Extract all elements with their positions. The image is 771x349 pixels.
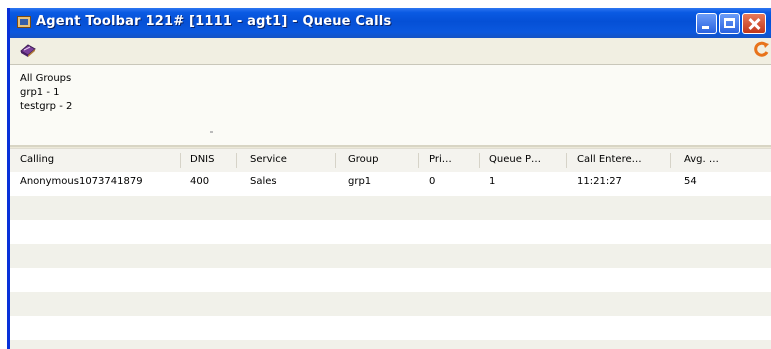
table-row-empty <box>10 268 771 292</box>
cell-avg: 54 <box>684 176 697 187</box>
cell-calling: Anonymous1073741879 <box>20 176 143 187</box>
group-item-all-groups[interactable]: All Groups <box>20 73 71 84</box>
book-icon[interactable] <box>19 42 37 59</box>
queue-calls-window: Agent Toolbar 121# [1111 - agt1] - Queue… <box>7 8 771 349</box>
column-header-call-entered[interactable]: Call Entere… <box>577 154 642 165</box>
cell-call-entered: 11:21:27 <box>577 176 622 187</box>
table-row-empty <box>10 220 771 244</box>
cell-queue-position: 1 <box>489 176 496 187</box>
maximize-button[interactable] <box>719 13 740 34</box>
table-row-empty <box>10 196 771 220</box>
resize-grip[interactable] <box>210 131 213 133</box>
cell-service: Sales <box>250 176 277 187</box>
toolbar <box>10 38 771 65</box>
app-icon <box>17 16 31 28</box>
table-row[interactable]: Anonymous1073741879 400 Sales grp1 0 1 1… <box>10 172 771 196</box>
cell-dnis: 400 <box>190 176 210 187</box>
queue-calls-table: Calling DNIS Service Group Pri… Queue P…… <box>10 148 771 349</box>
title-bar[interactable]: Agent Toolbar 121# [1111 - agt1] - Queue… <box>10 8 771 38</box>
table-header: Calling DNIS Service Group Pri… Queue P…… <box>10 148 771 173</box>
table-row-empty <box>10 292 771 316</box>
column-header-queue-position[interactable]: Queue P… <box>489 154 541 165</box>
group-item-grp1[interactable]: grp1 - 1 <box>20 87 60 98</box>
refresh-icon[interactable] <box>751 40 771 60</box>
column-divider[interactable] <box>566 153 567 168</box>
window-title: Agent Toolbar 121# [1111 - agt1] - Queue… <box>36 14 392 29</box>
table-row-empty <box>10 244 771 268</box>
table-row-empty <box>10 340 771 349</box>
column-divider[interactable] <box>236 153 237 168</box>
column-header-dnis[interactable]: DNIS <box>190 154 214 165</box>
table-row-empty <box>10 316 771 340</box>
column-divider[interactable] <box>180 153 181 168</box>
close-button[interactable] <box>742 13 766 34</box>
column-divider[interactable] <box>479 153 480 168</box>
column-header-priority[interactable]: Pri… <box>429 154 452 165</box>
cell-priority: 0 <box>429 176 436 187</box>
column-header-service[interactable]: Service <box>250 154 287 165</box>
column-header-avg[interactable]: Avg. … <box>684 154 719 165</box>
column-divider[interactable] <box>335 153 336 168</box>
column-header-calling[interactable]: Calling <box>20 154 54 165</box>
group-item-testgrp[interactable]: testgrp - 2 <box>20 101 72 112</box>
column-divider[interactable] <box>670 153 671 168</box>
column-divider[interactable] <box>418 153 419 168</box>
minimize-button[interactable] <box>696 13 717 34</box>
cell-group: grp1 <box>348 176 372 187</box>
group-list: All Groups grp1 - 1 testgrp - 2 <box>10 65 771 147</box>
column-header-group[interactable]: Group <box>348 154 378 165</box>
